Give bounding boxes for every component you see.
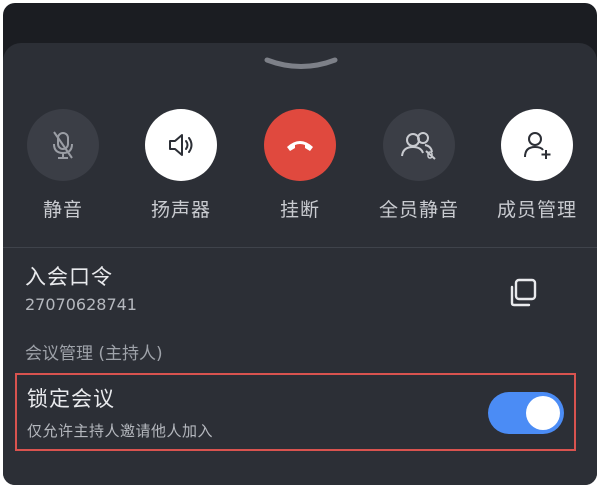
meeting-control-sheet: 静音 扬声器 挂断 全员静音 成员管理 入会口令 27070628741 会议管… <box>3 43 597 485</box>
speaker-label: 扬声器 <box>150 199 211 221</box>
lock-meeting-description: 仅允许主持人邀请他人加入 <box>27 422 214 440</box>
mute-all-label: 全员静音 <box>378 199 459 221</box>
lock-meeting-row: 锁定会议 仅允许主持人邀请他人加入 <box>15 373 576 451</box>
mute-button-circle[interactable] <box>27 109 99 181</box>
mute-all-icon <box>401 132 436 160</box>
speaker-button-circle[interactable] <box>145 109 217 181</box>
hang-up-button-circle[interactable] <box>264 109 336 181</box>
hang-up-button[interactable]: 挂断 <box>245 109 355 239</box>
mute-label: 静音 <box>42 199 83 221</box>
toggle-knob <box>526 396 560 430</box>
host-management-section-label: 会议管理 (主持人) <box>25 344 163 364</box>
hang-up-label: 挂断 <box>279 199 320 221</box>
copy-button[interactable] <box>503 273 543 313</box>
speaker-button[interactable]: 扬声器 <box>126 109 236 239</box>
call-action-bar: 静音 扬声器 挂断 全员静音 成员管理 <box>3 109 597 239</box>
mute-all-button[interactable]: 全员静音 <box>364 109 474 239</box>
meeting-screen: 静音 扬声器 挂断 全员静音 成员管理 入会口令 27070628741 会议管… <box>3 3 597 485</box>
add-member-icon <box>524 132 551 159</box>
manage-members-button[interactable]: 成员管理 <box>482 109 592 239</box>
chevron-down-icon[interactable] <box>263 57 339 71</box>
lock-meeting-toggle[interactable] <box>488 392 564 434</box>
manage-members-label: 成员管理 <box>496 199 577 221</box>
meeting-code-title: 入会口令 <box>25 265 113 289</box>
mute-all-button-circle[interactable] <box>383 109 455 181</box>
meeting-code-value: 27070628741 <box>25 295 137 314</box>
copy-icon <box>510 278 537 307</box>
lock-meeting-title: 锁定会议 <box>27 387 115 411</box>
hang-up-icon <box>287 141 313 151</box>
divider <box>3 247 597 248</box>
speaker-icon <box>169 134 193 156</box>
manage-members-button-circle[interactable] <box>501 109 573 181</box>
screenshot-frame: 静音 扬声器 挂断 全员静音 成员管理 入会口令 27070628741 会议管… <box>0 0 600 489</box>
mute-button[interactable]: 静音 <box>8 109 118 239</box>
mic-muted-icon <box>53 131 73 159</box>
